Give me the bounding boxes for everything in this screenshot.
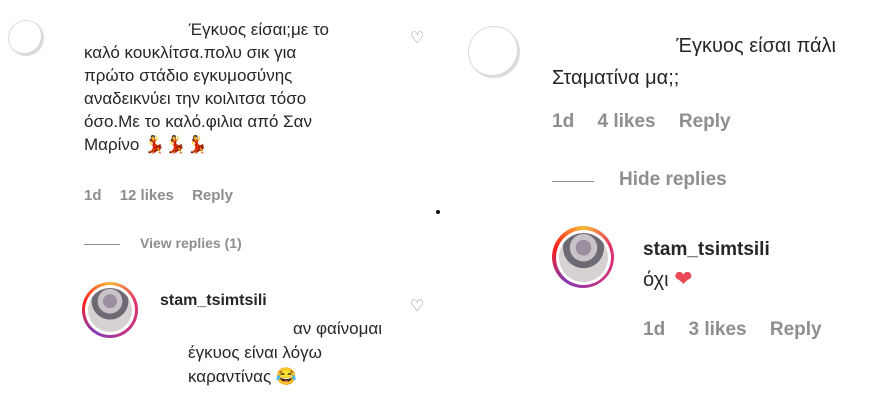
view-replies-button[interactable]: View replies (1) — [140, 235, 242, 251]
comment-likes[interactable]: 12 likes — [120, 187, 174, 204]
comment-text: Έγκυος είσαι;με το καλό κουκλίτσα.πολυ σ… — [84, 18, 394, 156]
comment-likes[interactable]: 4 likes — [597, 111, 655, 132]
red-heart-icon: ❤ — [674, 266, 693, 291]
like-heart-icon[interactable]: ♡ — [410, 296, 424, 316]
comment-line: Σταματίνα μα;; — [552, 67, 680, 89]
reply-button[interactable]: Reply — [679, 111, 731, 132]
comment-line-last: Μαρίνο 💃💃💃 — [84, 133, 394, 156]
reply-username[interactable]: stam_tsimtsili — [643, 239, 770, 261]
profile-photo — [558, 232, 608, 282]
avatar[interactable] — [468, 26, 520, 78]
reply-line: έγκυος είναι λόγω — [188, 343, 322, 362]
comment-time: 1d — [84, 187, 102, 204]
reply-text: αν φαίνομαι έγκυος είναι λόγω καραντίνας… — [160, 317, 390, 389]
reply-time: 1d — [643, 319, 666, 340]
like-heart-icon[interactable]: ♡ — [410, 28, 424, 48]
replies-divider — [84, 244, 120, 245]
reply-likes[interactable]: 3 likes — [688, 319, 746, 340]
reply-text: όχι ❤ — [643, 266, 693, 292]
reply-line: αν φαίνομαι — [292, 319, 382, 338]
avatar[interactable] — [8, 20, 44, 56]
replies-divider — [552, 181, 594, 182]
laughing-emoji-icon: 😂 — [275, 367, 298, 386]
reply-button[interactable]: Reply — [192, 187, 233, 204]
comment-text: Έγκυος είσαι πάλι Σταματίνα μα;; — [552, 30, 872, 94]
comment-line: πρώτο στάδιο εγκυμοσύνης — [84, 66, 293, 85]
stray-dot — [436, 210, 440, 214]
avatar[interactable] — [552, 226, 614, 288]
comment-line: Μαρίνο — [84, 135, 140, 154]
comment-line: Έγκυος είσαι πάλι — [676, 35, 836, 57]
profile-photo — [88, 288, 132, 332]
reply-meta: 1d 3 likes Reply — [643, 319, 836, 341]
avatar[interactable] — [82, 282, 138, 338]
comment-line: καλό κουκλίτσα.πολυ σικ για — [84, 43, 297, 62]
comment-time: 1d — [552, 111, 575, 132]
reply-line-last: καραντίνας 😂 — [160, 365, 390, 389]
reply-line: όχι — [643, 269, 669, 291]
reply-line: καραντίνας — [188, 367, 272, 386]
hide-replies-button[interactable]: Hide replies — [619, 169, 727, 191]
dancer-emoji-icon: 💃💃💃 — [144, 135, 208, 154]
comment-line: όσο.Με το καλό.φιλια από Σαν — [84, 112, 312, 131]
comment-line: Έγκυος είσαι;με το — [188, 20, 329, 39]
comment-meta: 1d 4 likes Reply — [552, 111, 745, 133]
comment-line: αναδεικνύει την κοιλιτσα τόσο — [84, 89, 307, 108]
comment-meta: 1d 12 likes Reply — [84, 187, 247, 204]
reply-button[interactable]: Reply — [770, 319, 822, 340]
reply-username[interactable]: stam_tsimtsili — [160, 292, 267, 310]
